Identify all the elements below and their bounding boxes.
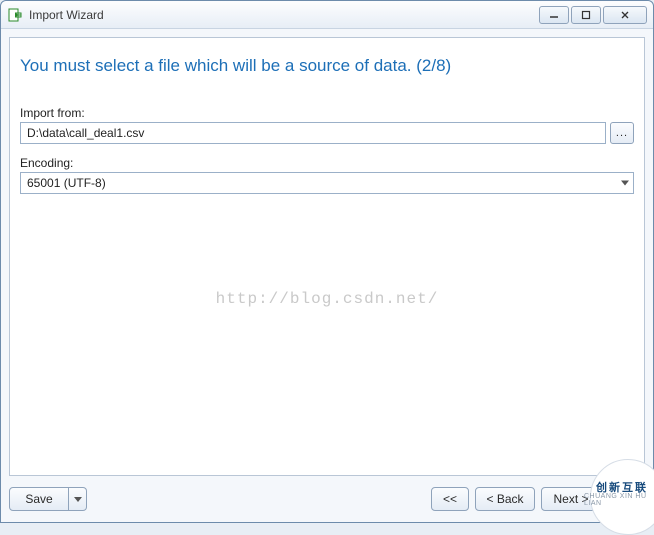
window-controls <box>539 6 647 24</box>
watermark-text: http://blog.csdn.net/ <box>10 290 644 308</box>
chevron-down-icon <box>621 181 629 186</box>
import-from-label: Import from: <box>20 106 634 120</box>
encoding-value: 65001 (UTF-8) <box>27 176 106 190</box>
save-button[interactable]: Save <box>9 487 69 511</box>
close-button[interactable] <box>603 6 647 24</box>
import-from-input[interactable]: D:\data\call_deal1.csv <box>20 122 606 144</box>
save-dropdown-button[interactable] <box>69 487 87 511</box>
wizard-heading: You must select a file which will be a s… <box>10 38 644 86</box>
browse-button[interactable]: ... <box>610 122 634 144</box>
maximize-button[interactable] <box>571 6 601 24</box>
titlebar: Import Wizard <box>1 1 653 29</box>
next-button[interactable]: Next > <box>541 487 601 511</box>
wizard-button-bar: Save << < Back Next > >> <box>9 484 645 514</box>
import-wizard-window: Import Wizard You must select a file whi… <box>0 0 654 523</box>
window-title: Import Wizard <box>29 8 539 22</box>
content-frame: You must select a file which will be a s… <box>9 37 645 476</box>
form-area: Import from: D:\data\call_deal1.csv ... … <box>10 86 644 194</box>
encoding-select[interactable]: 65001 (UTF-8) <box>20 172 634 194</box>
import-wizard-icon <box>7 7 23 23</box>
minimize-button[interactable] <box>539 6 569 24</box>
encoding-label: Encoding: <box>20 156 634 170</box>
first-button[interactable]: << <box>431 487 469 511</box>
back-button[interactable]: < Back <box>475 487 535 511</box>
last-button[interactable]: >> <box>607 487 645 511</box>
chevron-down-icon <box>74 497 82 502</box>
